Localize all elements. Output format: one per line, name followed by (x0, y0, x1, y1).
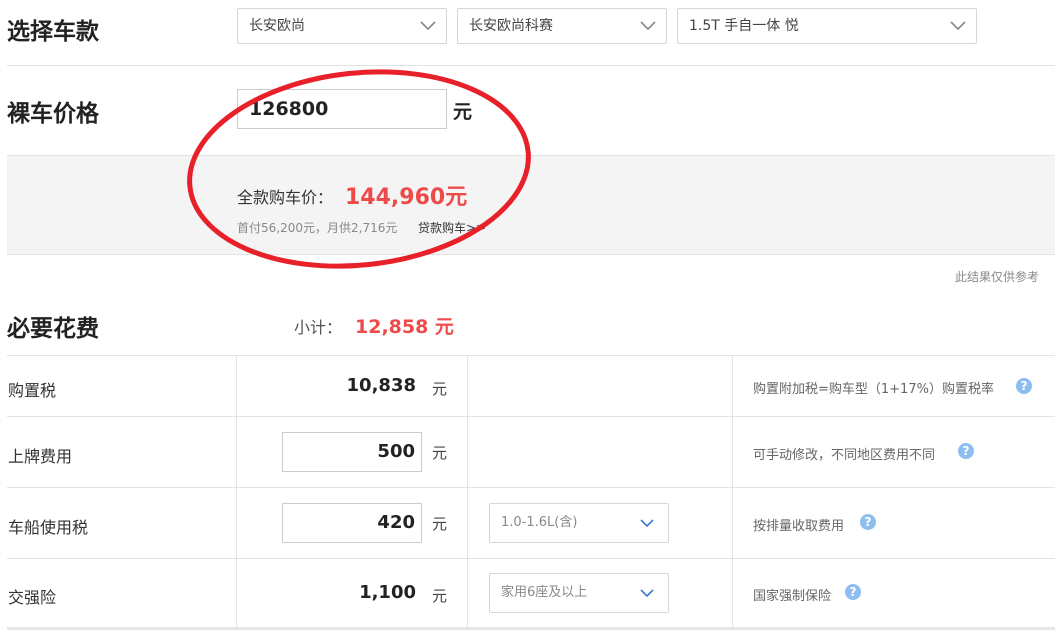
displacement-select[interactable]: 1.0-1.6L(含) (489, 503, 669, 543)
subtotal-label: 小计： (294, 318, 343, 337)
row-divider (7, 416, 1055, 417)
question-icon[interactable]: ? (860, 514, 876, 530)
annotation-circle (187, 69, 531, 269)
chevron-down-icon (950, 9, 966, 43)
question-icon[interactable]: ? (1016, 378, 1032, 394)
plate-fee-value: 500 (377, 441, 415, 462)
table-top-border (7, 355, 1055, 356)
compulsory-insurance-label: 交强险 (8, 588, 57, 607)
trim-select[interactable]: 1.5T 手自一体 悦 (677, 8, 977, 44)
displacement-select-value: 1.0-1.6L(含) (501, 515, 578, 530)
brand-select-value: 长安欧尚 (249, 18, 305, 34)
series-select-value: 长安欧尚科赛 (469, 18, 553, 34)
plate-fee-note: 可手动修改，不同地区费用不同 (753, 448, 936, 463)
purchase-tax-note: 购置附加税=购车型（1+17%）购置税率 (753, 382, 994, 397)
brand-select[interactable]: 长安欧尚 (237, 8, 447, 44)
select-model-title: 选择车款 (7, 19, 99, 45)
purchase-tax-unit: 元 (432, 380, 448, 398)
chevron-down-icon (640, 504, 654, 542)
purchase-tax-value: 10,838 (346, 375, 416, 396)
required-costs-title: 必要花费 (7, 316, 99, 342)
vessel-tax-input[interactable]: 420 (282, 503, 422, 543)
chevron-down-icon (640, 574, 654, 612)
vessel-tax-unit: 元 (432, 515, 448, 533)
vessel-tax-value: 420 (377, 512, 415, 533)
purchase-tax-label: 购置税 (8, 381, 57, 400)
compulsory-insurance-note: 国家强制保险 (753, 589, 832, 604)
series-select[interactable]: 长安欧尚科赛 (457, 8, 667, 44)
plate-fee-unit: 元 (432, 444, 448, 462)
subtotal-value: 12,858 元 (355, 316, 454, 338)
trim-select-value: 1.5T 手自一体 悦 (689, 18, 799, 34)
bare-price-title: 裸车价格 (7, 101, 99, 127)
column-divider (467, 355, 468, 627)
compulsory-insurance-unit: 元 (432, 587, 448, 605)
vessel-tax-label: 车船使用税 (8, 518, 89, 537)
table-bottom-border (7, 627, 1055, 630)
column-divider (236, 355, 237, 627)
question-icon[interactable]: ? (845, 584, 861, 600)
plate-fee-input[interactable]: 500 (282, 432, 422, 472)
chevron-down-icon (420, 9, 436, 43)
row-divider (7, 558, 1055, 559)
plate-fee-label: 上牌费用 (8, 447, 73, 466)
vessel-tax-note: 按排量收取费用 (753, 519, 845, 534)
seat-type-select-value: 家用6座及以上 (501, 585, 588, 600)
column-divider (732, 355, 733, 627)
seat-type-select[interactable]: 家用6座及以上 (489, 573, 669, 613)
compulsory-insurance-value: 1,100 (359, 582, 416, 603)
disclaimer: 此结果仅供参考 (955, 270, 1040, 284)
chevron-down-icon (640, 9, 656, 43)
row-divider (7, 487, 1055, 488)
question-icon[interactable]: ? (958, 443, 974, 459)
